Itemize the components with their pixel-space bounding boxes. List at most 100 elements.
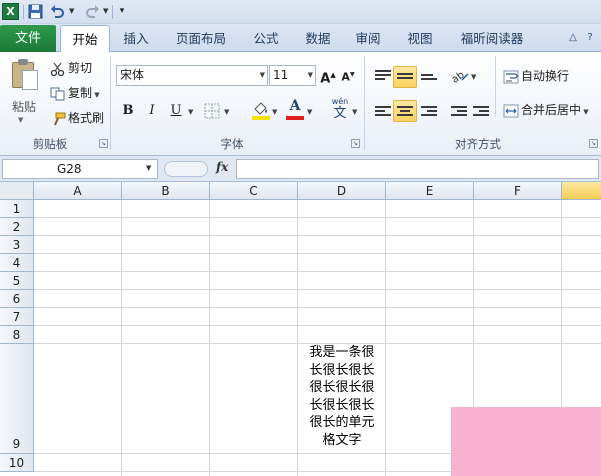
- copy-dropdown-icon[interactable]: ▼: [92, 91, 99, 99]
- paste-dropdown-icon[interactable]: ▼: [18, 116, 23, 124]
- clipboard-launcher-icon[interactable]: ↘: [99, 139, 108, 148]
- svg-text:ab: ab: [450, 70, 467, 84]
- column-header-g[interactable]: [562, 182, 601, 200]
- formula-bar-resize-handle[interactable]: [164, 161, 208, 177]
- row-header-4[interactable]: 4: [0, 254, 34, 272]
- font-launcher-icon[interactable]: ↘: [351, 139, 360, 148]
- quick-access-toolbar: X ▼ ▼ ▾: [0, 0, 601, 24]
- select-all-corner[interactable]: [0, 182, 34, 200]
- column-header-e[interactable]: E: [386, 182, 474, 200]
- row-header-10[interactable]: 10: [0, 454, 34, 472]
- phonetic-guide-button[interactable]: wén 文: [328, 97, 352, 123]
- fill-color-dropdown-icon[interactable]: ▼: [272, 108, 277, 116]
- borders-dropdown-icon[interactable]: ▼: [224, 108, 229, 116]
- redo-icon[interactable]: [84, 3, 100, 20]
- tab-foxit-reader[interactable]: 福昕阅读器: [452, 26, 532, 52]
- font-name-combo[interactable]: 宋体 ▼: [116, 65, 268, 86]
- save-icon[interactable]: [28, 3, 43, 20]
- tab-review[interactable]: 审阅: [348, 26, 388, 52]
- text-orientation-icon[interactable]: ab: [450, 66, 470, 84]
- underline-button[interactable]: U: [166, 100, 186, 122]
- excel-logo-icon[interactable]: X: [2, 3, 19, 20]
- group-separator: [495, 56, 496, 116]
- align-middle-button[interactable]: [393, 66, 417, 88]
- column-header-d[interactable]: D: [298, 182, 386, 200]
- paste-button[interactable]: 粘贴 ▼: [4, 56, 42, 130]
- phonetic-top: wén: [331, 97, 349, 106]
- gridline: [121, 200, 122, 476]
- row-header-8[interactable]: 8: [0, 326, 34, 344]
- grow-font-icon[interactable]: A▲: [320, 64, 336, 86]
- tab-insert[interactable]: 插入: [116, 26, 156, 52]
- align-right-icon[interactable]: [421, 105, 437, 119]
- format-painter-button[interactable]: 格式刷: [50, 108, 104, 128]
- row-header-1[interactable]: 1: [0, 200, 34, 218]
- customize-qat-icon[interactable]: ▾: [117, 3, 127, 20]
- align-top-icon[interactable]: [375, 69, 391, 83]
- column-header-f[interactable]: F: [474, 182, 562, 200]
- column-header-a[interactable]: A: [34, 182, 122, 200]
- row-header-5[interactable]: 5: [0, 272, 34, 290]
- tab-view[interactable]: 视图: [400, 26, 440, 52]
- font-size-combo[interactable]: 11 ▼: [269, 65, 316, 86]
- formula-input[interactable]: [236, 159, 599, 179]
- tab-formulas[interactable]: 公式: [246, 26, 286, 52]
- gridline: [34, 253, 601, 254]
- help-icon[interactable]: ?: [583, 31, 597, 45]
- tab-data[interactable]: 数据: [298, 26, 338, 52]
- gridline: [34, 217, 601, 218]
- merge-center-label: 合并后居中: [521, 103, 582, 117]
- insert-function-icon[interactable]: fx: [216, 160, 228, 174]
- align-bottom-icon[interactable]: [421, 73, 437, 87]
- cell-d9[interactable]: 我是一条很 长很长很长 很长很长很 长很长很长 很长的单元 格文字: [298, 344, 386, 449]
- cut-button[interactable]: 剪切: [50, 58, 92, 78]
- row-header-7[interactable]: 7: [0, 308, 34, 326]
- align-left-icon[interactable]: [375, 105, 391, 119]
- merge-center-button[interactable]: 合并后居中 ▼: [503, 100, 589, 120]
- font-color-dropdown-icon[interactable]: ▼: [307, 108, 312, 116]
- font-name-dropdown-icon[interactable]: ▼: [260, 66, 265, 85]
- column-header-c[interactable]: C: [210, 182, 298, 200]
- minimize-ribbon-icon[interactable]: △: [566, 31, 580, 45]
- merge-center-dropdown-icon[interactable]: ▼: [581, 108, 588, 116]
- font-color-button[interactable]: A: [286, 98, 304, 120]
- gridline: [34, 289, 601, 290]
- row-header-3[interactable]: 3: [0, 236, 34, 254]
- column-header-b[interactable]: B: [122, 182, 210, 200]
- scissors-icon: [50, 62, 65, 76]
- row-header-2[interactable]: 2: [0, 218, 34, 236]
- alignment-launcher-icon[interactable]: ↘: [589, 139, 598, 148]
- underline-dropdown-icon[interactable]: ▼: [188, 108, 193, 116]
- copy-icon: [50, 87, 65, 100]
- undo-dropdown-icon[interactable]: ▼: [69, 7, 74, 15]
- center-align-icon: [397, 105, 413, 119]
- borders-icon[interactable]: [204, 103, 220, 119]
- tab-home[interactable]: 开始: [60, 25, 110, 53]
- row-header-6[interactable]: 6: [0, 290, 34, 308]
- wrap-text-button[interactable]: 自动换行: [503, 66, 569, 86]
- font-size-dropdown-icon[interactable]: ▼: [308, 66, 313, 85]
- text-orientation-dropdown-icon[interactable]: ▼: [471, 73, 476, 81]
- bold-button[interactable]: B: [118, 100, 138, 122]
- cell-d9-line: 格文字: [322, 432, 362, 448]
- decrease-indent-icon[interactable]: [451, 105, 467, 119]
- phonetic-dropdown-icon[interactable]: ▼: [352, 108, 357, 116]
- name-box[interactable]: G28: [2, 159, 158, 179]
- name-box-dropdown-icon[interactable]: ▼: [146, 164, 151, 172]
- cut-label: 剪切: [68, 61, 93, 75]
- italic-button[interactable]: I: [142, 100, 162, 122]
- ribbon-tabs: 文件 开始 插入 页面布局 公式 数据 审阅 视图 福昕阅读器 △ ?: [0, 24, 601, 53]
- undo-icon[interactable]: [50, 3, 66, 20]
- row-header-9[interactable]: 9: [0, 344, 34, 454]
- shrink-font-icon[interactable]: A▼: [340, 64, 356, 86]
- redo-dropdown-icon[interactable]: ▼: [103, 7, 108, 15]
- fill-color-icon[interactable]: [252, 101, 270, 121]
- font-color-letter: A: [289, 98, 301, 114]
- tab-page-layout[interactable]: 页面布局: [168, 26, 234, 52]
- increase-indent-icon[interactable]: [473, 105, 489, 119]
- gridline: [34, 307, 601, 308]
- copy-button[interactable]: 复制 ▼: [50, 83, 100, 103]
- tab-file[interactable]: 文件: [0, 25, 56, 52]
- phonetic-char: 文: [333, 106, 347, 121]
- center-button[interactable]: [393, 100, 417, 122]
